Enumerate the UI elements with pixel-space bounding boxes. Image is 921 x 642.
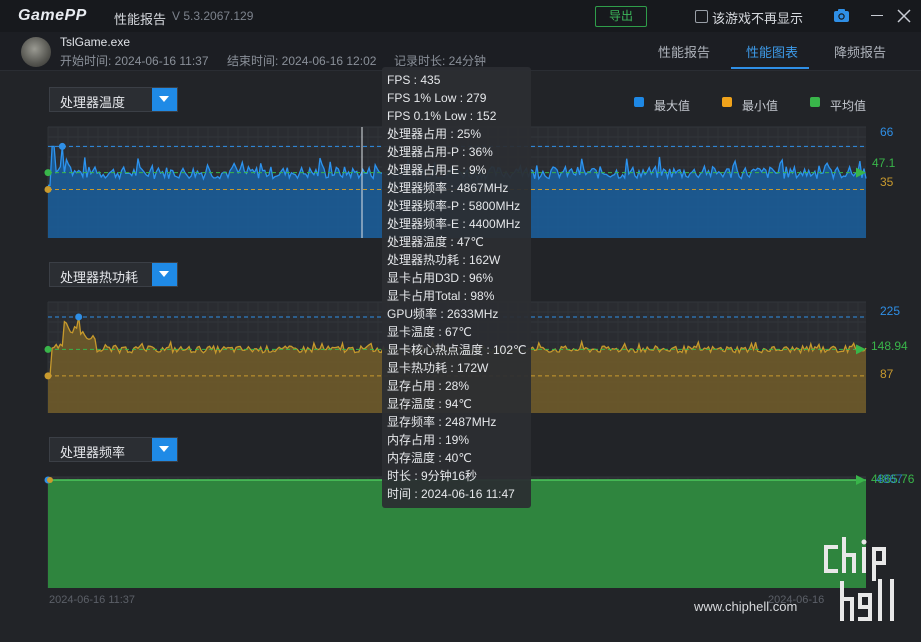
chart1-min-label: 35 xyxy=(880,175,894,189)
chart1-avg-label: 47.1 xyxy=(872,156,896,170)
chevron-down-icon xyxy=(159,96,169,102)
tooltip-line: 显卡占用D3D : 96% xyxy=(387,271,494,285)
legend-avg-swatch xyxy=(810,97,820,107)
cpu-power-avg-marker xyxy=(44,345,52,353)
cpu-power-min-marker xyxy=(44,372,52,380)
legend-avg-label: 平均值 xyxy=(830,99,867,113)
tooltip-line: FPS : 435 xyxy=(387,73,441,87)
tooltip-line: 处理器占用 : 25% xyxy=(387,127,482,141)
chart2-min-label: 87 xyxy=(880,367,894,381)
tooltip-line: 显存占用 : 28% xyxy=(387,379,470,393)
tooltip-line: 处理器频率-P : 5800MHz xyxy=(387,199,521,213)
cpu-temp-avg-marker xyxy=(44,169,52,177)
tooltip-line: 处理器占用-E : 9% xyxy=(387,163,487,177)
x-axis-start-date: 2024-06-16 11:37 xyxy=(49,594,136,606)
chevron-down-icon xyxy=(159,446,169,452)
tooltip-line: 显卡占用Total : 98% xyxy=(387,289,495,303)
tooltip-line: 内存占用 : 19% xyxy=(387,433,470,447)
metric-dropdown-cpu-power[interactable]: 处理器热功耗 xyxy=(49,262,178,287)
tooltip-line: 时长 : 9分钟16秒 xyxy=(387,469,478,483)
dropdown-arrow-button[interactable] xyxy=(152,438,177,461)
dropdown-label: 处理器温度 xyxy=(60,95,126,110)
chart3-max-label: 4867 xyxy=(876,472,903,486)
chevron-down-icon xyxy=(159,271,169,277)
tooltip-line: 内存温度 : 40℃ xyxy=(387,451,472,465)
hover-tooltip: FPS : 435 FPS 1% Low : 279 FPS 0.1% Low … xyxy=(382,67,531,508)
cpu-temp-min-marker xyxy=(44,185,52,193)
legend-min-label: 最小值 xyxy=(742,99,779,113)
cpu-temp-max-marker xyxy=(58,142,66,150)
tooltip-line: 显卡温度 : 67℃ xyxy=(387,325,472,339)
legend-max-label: 最大值 xyxy=(654,99,691,113)
watermark-url: www.chiphell.com xyxy=(694,599,798,614)
tooltip-line: 处理器温度 : 47℃ xyxy=(387,235,484,249)
chart2-max-label: 225 xyxy=(880,304,901,318)
tooltip-line: 显存温度 : 94℃ xyxy=(387,397,472,411)
tooltip-line: 处理器热功耗 : 162W xyxy=(387,253,501,267)
tooltip-line: 时间 : 2024-06-16 11:47 xyxy=(387,487,515,501)
metric-dropdown-cpu-temp[interactable]: 处理器温度 xyxy=(49,87,178,112)
tooltip-line: GPU频率 : 2633MHz xyxy=(387,307,499,321)
tooltip-line: 处理器频率-E : 4400MHz xyxy=(387,217,521,231)
chart2-avg-label: 148.94 xyxy=(871,339,908,353)
dropdown-label: 处理器热功耗 xyxy=(60,270,139,285)
tooltip-line: 显卡热功耗 : 172W xyxy=(387,361,489,375)
dropdown-arrow-button[interactable] xyxy=(152,88,177,111)
tooltip-line: 处理器频率 : 4867MHz xyxy=(387,181,509,195)
cpu-power-max-marker xyxy=(75,313,83,321)
cpu-freq-min-marker xyxy=(47,477,53,483)
tooltip-line: 处理器占用-P : 36% xyxy=(387,145,493,159)
tooltip-line: FPS 1% Low : 279 xyxy=(387,91,487,105)
metric-dropdown-cpu-freq[interactable]: 处理器频率 xyxy=(49,437,178,462)
tooltip-line: 显卡核心热点温度 : 102℃ xyxy=(387,343,527,357)
dropdown-label: 处理器频率 xyxy=(60,445,126,460)
dropdown-arrow-button[interactable] xyxy=(152,263,177,286)
tooltip-line: 显存频率 : 2487MHz xyxy=(387,415,497,429)
legend-max-swatch xyxy=(634,97,644,107)
chiphell-watermark-logo xyxy=(824,537,894,621)
legend-min-swatch xyxy=(722,97,732,107)
tooltip-line: FPS 0.1% Low : 152 xyxy=(387,109,497,123)
chart1-max-label: 66 xyxy=(880,125,894,139)
